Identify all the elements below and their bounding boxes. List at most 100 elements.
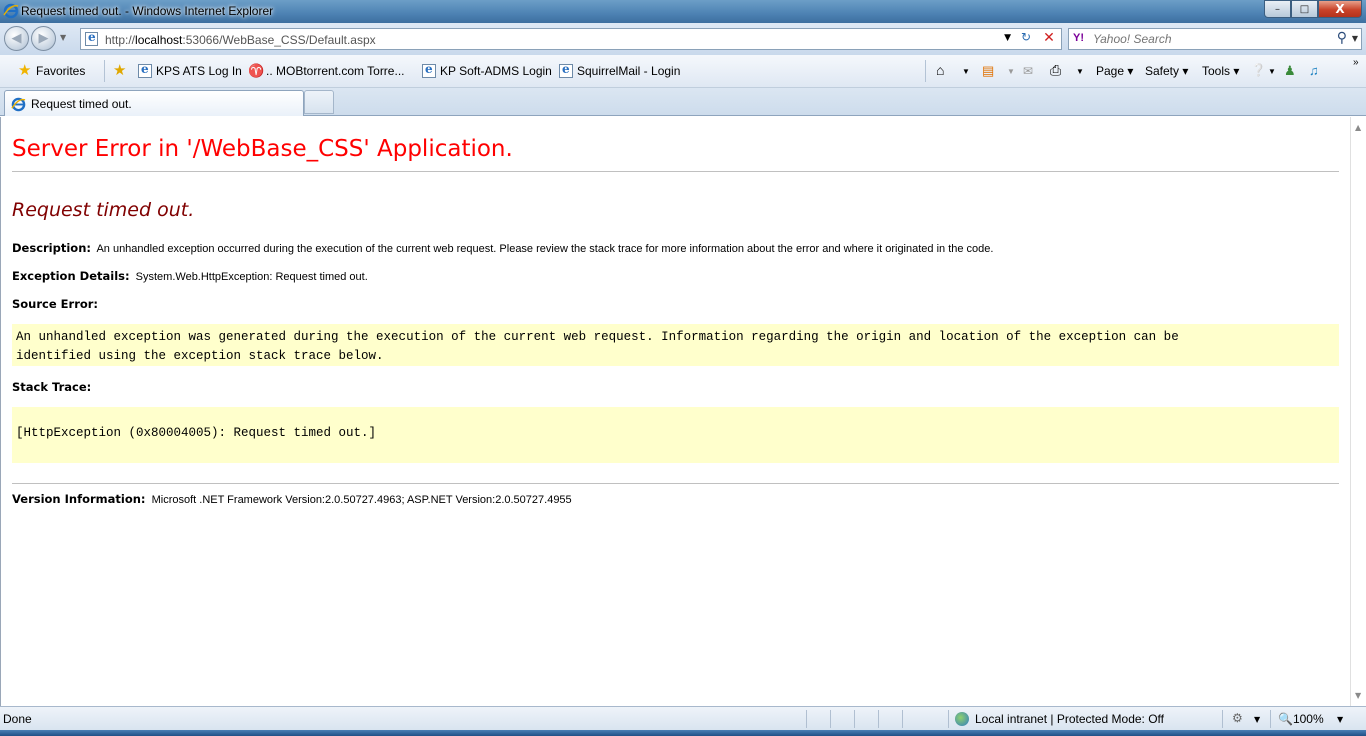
home-icon[interactable]: ⌂ bbox=[936, 62, 944, 78]
divider bbox=[878, 710, 879, 728]
favorite-link-label: SquirrelMail - Login bbox=[577, 64, 681, 78]
divider bbox=[925, 60, 926, 82]
favorite-link-label: KPS ATS Log In bbox=[156, 64, 242, 78]
recent-pages-dropdown-icon[interactable]: ▼ bbox=[60, 33, 66, 42]
print-icon[interactable]: ⎙ bbox=[1050, 62, 1061, 79]
source-error-box: An unhandled exception was generated dur… bbox=[12, 324, 1339, 366]
read-mail-icon[interactable]: ✉ bbox=[1023, 64, 1033, 78]
divider bbox=[1270, 710, 1271, 728]
internet-explorer-icon bbox=[11, 97, 26, 112]
help-icon[interactable]: ❔ bbox=[1251, 63, 1266, 77]
favorite-link-label: .. MOBtorrent.com Torre... bbox=[266, 64, 405, 78]
add-ons-dropdown-icon[interactable]: ▼ bbox=[1254, 715, 1260, 724]
forward-arrow-icon: ▶ bbox=[38, 31, 49, 46]
favorite-link-label: KP Soft-ADMS Login bbox=[440, 64, 552, 78]
refresh-icon[interactable]: ↻ bbox=[1015, 30, 1037, 48]
add-ons-icon[interactable]: ⚙ bbox=[1232, 711, 1243, 725]
back-arrow-icon: ◀ bbox=[11, 31, 22, 46]
version-info-label: Version Information: bbox=[12, 492, 146, 506]
address-url[interactable]: http://localhost:53066/WebBase_CSS/Defau… bbox=[105, 33, 376, 47]
maximize-button[interactable]: □ bbox=[1291, 0, 1318, 18]
search-options-dropdown-icon[interactable]: ▼ bbox=[1352, 34, 1358, 43]
research-icon[interactable]: ♟ bbox=[1284, 63, 1296, 79]
close-button[interactable]: X bbox=[1318, 0, 1362, 18]
security-zone-label: Local intranet | Protected Mode: Off bbox=[975, 712, 1164, 726]
feeds-icon[interactable]: ▤ bbox=[982, 63, 994, 79]
vertical-scrollbar[interactable]: ▲ ▼ bbox=[1350, 117, 1366, 706]
source-error-line: identified using the exception stack tra… bbox=[16, 349, 384, 363]
divider bbox=[12, 483, 1339, 484]
title-bar: Request timed out. - Windows Internet Ex… bbox=[0, 0, 1366, 23]
zoom-dropdown-icon[interactable]: ▼ bbox=[1337, 715, 1343, 724]
messenger-icon[interactable]: ♫ bbox=[1309, 63, 1319, 78]
address-toolbar: ◀ ▶ ▼ http://localhost:53066/WebBase_CSS… bbox=[0, 23, 1366, 55]
page-icon bbox=[422, 62, 436, 78]
status-text: Done bbox=[3, 712, 32, 726]
divider bbox=[948, 710, 949, 728]
taskbar bbox=[0, 730, 1366, 736]
exception-details-text: System.Web.HttpException: Request timed … bbox=[135, 271, 368, 283]
favorites-bar: ★ Favorites ★ KPS ATS Log In ♈ .. MOBtor… bbox=[0, 55, 1366, 88]
version-info-row: Version Information: Microsoft .NET Fram… bbox=[12, 492, 572, 506]
favorite-link-mobtorrent[interactable]: ♈ .. MOBtorrent.com Torre... bbox=[248, 63, 405, 79]
page-menu[interactable]: Page ▾ bbox=[1096, 64, 1133, 78]
feeds-dropdown-icon[interactable]: ▼ bbox=[1007, 67, 1015, 76]
zoom-level[interactable]: 🔍100% bbox=[1278, 712, 1324, 726]
help-dropdown-icon[interactable]: ▼ bbox=[1268, 67, 1276, 76]
forward-button[interactable]: ▶ bbox=[31, 26, 56, 51]
mobtorrent-icon: ♈ bbox=[248, 63, 265, 78]
favorite-link-kp-soft-adms[interactable]: KP Soft-ADMS Login bbox=[422, 62, 552, 78]
error-heading: Server Error in '/WebBase_CSS' Applicati… bbox=[12, 136, 513, 162]
divider bbox=[12, 171, 1339, 172]
home-dropdown-icon[interactable]: ▼ bbox=[962, 67, 970, 76]
internet-explorer-icon bbox=[3, 3, 19, 19]
page-icon bbox=[138, 62, 152, 78]
exception-details-label: Exception Details: bbox=[12, 269, 130, 283]
source-error-row: Source Error: bbox=[12, 297, 101, 311]
divider bbox=[830, 710, 831, 728]
toolbar-overflow-icon[interactable]: » bbox=[1353, 57, 1359, 68]
version-info-text: Microsoft .NET Framework Version:2.0.507… bbox=[151, 494, 572, 506]
search-input[interactable] bbox=[1093, 31, 1323, 47]
error-subheading: Request timed out. bbox=[12, 199, 195, 221]
back-button[interactable]: ◀ bbox=[4, 26, 29, 51]
stop-icon[interactable]: ✕ bbox=[1039, 30, 1059, 48]
status-bar: Done Local intranet | Protected Mode: Of… bbox=[0, 706, 1366, 730]
stack-trace-box: [HttpException (0x80004005): Request tim… bbox=[12, 407, 1339, 463]
tab-bar: Request timed out. bbox=[0, 88, 1366, 116]
tools-menu[interactable]: Tools ▾ bbox=[1202, 64, 1239, 78]
favorites-button[interactable]: ★ Favorites bbox=[18, 63, 86, 78]
favorite-link-squirrelmail[interactable]: SquirrelMail - Login bbox=[559, 62, 681, 78]
zoom-value: 100% bbox=[1292, 712, 1324, 726]
page-icon bbox=[85, 30, 100, 46]
divider bbox=[1222, 710, 1223, 728]
scroll-up-icon[interactable]: ▲ bbox=[1355, 123, 1361, 132]
description-row: Description: An unhandled exception occu… bbox=[12, 241, 993, 255]
window-title: Request timed out. - Windows Internet Ex… bbox=[21, 4, 274, 18]
divider bbox=[104, 60, 105, 82]
tab-label: Request timed out. bbox=[31, 97, 132, 111]
search-box[interactable]: Y! ⚲ ▼ bbox=[1068, 28, 1362, 50]
safety-menu[interactable]: Safety ▾ bbox=[1145, 64, 1188, 78]
address-bar[interactable]: http://localhost:53066/WebBase_CSS/Defau… bbox=[80, 28, 1062, 50]
page-icon bbox=[559, 62, 573, 78]
tab-request-timed-out[interactable]: Request timed out. bbox=[4, 90, 304, 116]
source-error-label: Source Error: bbox=[12, 297, 99, 311]
divider bbox=[854, 710, 855, 728]
security-zone[interactable]: Local intranet | Protected Mode: Off bbox=[955, 712, 1164, 726]
yahoo-icon: Y! bbox=[1073, 32, 1084, 44]
description-text: An unhandled exception occurred during t… bbox=[96, 243, 994, 255]
search-icon[interactable]: ⚲ bbox=[1337, 30, 1347, 46]
stack-trace-row: Stack Trace: bbox=[12, 380, 94, 394]
print-dropdown-icon[interactable]: ▼ bbox=[1076, 67, 1084, 76]
address-dropdown-icon[interactable]: ▼ bbox=[1004, 33, 1011, 43]
minimize-button[interactable]: – bbox=[1264, 0, 1291, 18]
scroll-down-icon[interactable]: ▼ bbox=[1355, 691, 1361, 700]
favorites-label: Favorites bbox=[36, 64, 86, 78]
favorite-link-kps-ats[interactable]: KPS ATS Log In bbox=[138, 62, 242, 78]
window-controls: – □ X bbox=[1264, 0, 1362, 18]
page-content: Server Error in '/WebBase_CSS' Applicati… bbox=[0, 117, 1350, 706]
add-to-favorites-bar-icon[interactable]: ★ bbox=[113, 63, 131, 78]
globe-icon bbox=[955, 712, 969, 726]
new-tab-button[interactable] bbox=[304, 90, 334, 114]
